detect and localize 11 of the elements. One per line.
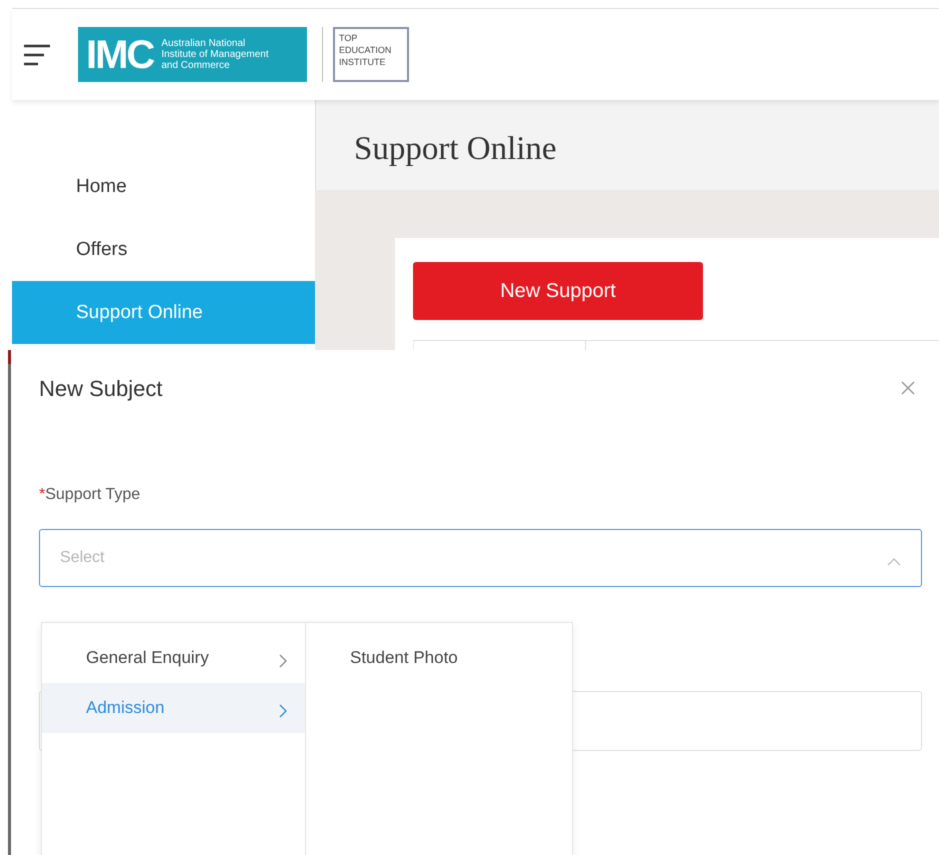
sidebar-item[interactable]: Offers (12, 218, 315, 281)
field-label: *Support Type (39, 485, 142, 505)
menu-item[interactable]: General Enquiry (42, 633, 305, 683)
logo-mark: IMC (86, 34, 154, 74)
partner-logo: TOP EDUCATION INSTITUTE (333, 27, 409, 82)
modal-title: New Subject (39, 375, 163, 403)
menu-item[interactable]: Student Photo (306, 633, 570, 683)
sidebar-item[interactable]: Home (12, 155, 315, 218)
page-title: Support Online (354, 131, 557, 167)
new-support-button[interactable]: New Support (413, 262, 703, 320)
logo-text: Australian National Institute of Management and Commerce (161, 38, 269, 71)
